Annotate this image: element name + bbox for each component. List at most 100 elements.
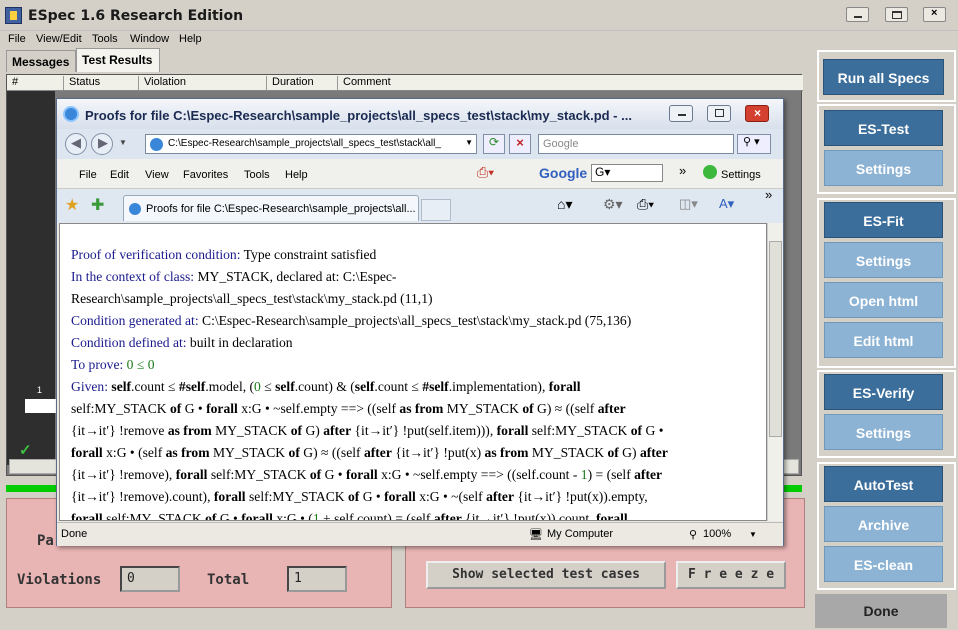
prove-key: To prove: [71, 357, 124, 372]
menu-window[interactable]: Window [130, 33, 169, 45]
es-verify-button[interactable]: ES-Verify [824, 374, 943, 410]
archive-button[interactable]: Archive [824, 506, 943, 542]
minimize-button[interactable] [846, 7, 869, 22]
given-key: Given: [71, 379, 108, 394]
tab-more-chevron-icon[interactable]: » [765, 187, 772, 202]
zoom-icon: ⚲ [689, 529, 698, 541]
passed-label: Pa [37, 533, 54, 549]
browser-menu-view[interactable]: View [145, 169, 169, 181]
browser-menu-file[interactable]: File [79, 169, 97, 181]
prove-value: 0 ≤ 0 [123, 357, 155, 372]
history-dropdown-icon[interactable]: ▼ [119, 138, 127, 147]
show-selected-button[interactable]: Show selected test cases [426, 561, 666, 589]
browser-title: Proofs for file C:\Espec-Research\sample… [85, 108, 632, 123]
browser-maximize-button[interactable] [707, 105, 731, 122]
edit-html-button[interactable]: Edit html [824, 322, 943, 358]
col-number[interactable]: # [7, 76, 18, 90]
autotest-button[interactable]: AutoTest [824, 466, 943, 502]
app-titlebar: ESpec 1.6 Research Edition × [0, 0, 958, 31]
address-bar[interactable]: C:\Espec-Research\sample_projects\all_sp… [145, 134, 477, 154]
toolbar-settings[interactable]: Settings [721, 169, 761, 181]
run-all-specs-button[interactable]: Run all Specs [823, 59, 944, 95]
freeze-button[interactable]: F r e e z e [676, 561, 786, 589]
address-dropdown-icon[interactable]: ▼ [465, 138, 473, 147]
table-header: # Status Violation Duration Comment [7, 75, 803, 91]
col-status[interactable]: Status [63, 76, 100, 90]
browser-menu-edit[interactable]: Edit [110, 169, 129, 181]
menu-tools[interactable]: Tools [92, 33, 118, 45]
es-test-settings-button[interactable]: Settings [824, 150, 943, 186]
rss-icon[interactable]: ◫▾ [679, 196, 698, 212]
proof-document: Proof of verification condition: Type co… [71, 244, 761, 520]
refresh-button[interactable]: ⟳ [483, 134, 505, 154]
more-chevron-icon[interactable]: » [679, 163, 686, 178]
new-tab-button[interactable] [421, 199, 451, 221]
es-clean-button[interactable]: ES-clean [824, 546, 943, 582]
open-html-button[interactable]: Open html [824, 282, 943, 318]
proof-condition-value: Type constraint satisfied [240, 247, 377, 262]
feeds-icon[interactable]: ⚙▾ [603, 196, 623, 213]
content-scrollbar[interactable] [767, 223, 783, 521]
browser-close-button[interactable]: × [745, 105, 769, 122]
favorites-star-icon[interactable]: ★ [65, 195, 79, 215]
col-violation[interactable]: Violation [138, 76, 186, 90]
stop-icon: × [516, 135, 524, 150]
browser-menu-favorites[interactable]: Favorites [183, 169, 228, 181]
back-button[interactable]: ◀ [65, 133, 87, 155]
status-text: Done [61, 528, 88, 540]
es-test-group: ES-Test Settings [817, 104, 956, 194]
browser-tab-active[interactable]: Proofs for file C:\Espec-Research\sample… [123, 195, 419, 221]
search-button[interactable]: ⚲ ▾ [737, 134, 771, 154]
add-favorite-icon[interactable]: ✚ [91, 195, 104, 215]
zoom-dropdown-icon[interactable]: ▼ [749, 530, 757, 539]
menu-file[interactable]: File [8, 33, 26, 45]
violations-field: 0 [120, 566, 180, 592]
es-fit-button[interactable]: ES-Fit [824, 202, 943, 238]
context-path-line: Research\sample_projects\all_specs_test\… [71, 291, 433, 306]
page-icon [150, 138, 163, 151]
zoom-level[interactable]: 100% [703, 528, 731, 540]
maximize-button[interactable] [885, 7, 908, 22]
autotest-group: AutoTest Archive ES-clean [817, 462, 956, 590]
ie-logo-icon [63, 106, 79, 122]
app-menubar: File View/Edit Tools Window Help [0, 31, 815, 48]
refresh-icon: ⟳ [488, 135, 500, 149]
address-row: ◀ ▶ ▼ C:\Espec-Research\sample_projects\… [57, 129, 783, 159]
home-icon[interactable]: ⌂▾ [557, 196, 572, 213]
tab-messages[interactable]: Messages [6, 50, 76, 72]
run-group: Run all Specs [817, 50, 956, 102]
espec-logo-icon [5, 7, 22, 24]
maximize-icon [715, 109, 724, 117]
page-menu-icon[interactable]: A▾ [719, 196, 734, 212]
generated-value: C:\Espec-Research\sample_projects\all_sp… [198, 313, 632, 328]
close-icon: × [931, 7, 938, 19]
violations-label: Violations [17, 572, 102, 588]
defined-line: Condition defined at: built in declarati… [71, 332, 761, 354]
browser-menu-tools[interactable]: Tools [244, 169, 270, 181]
close-button[interactable]: × [923, 7, 946, 22]
row-index: 1 [37, 385, 43, 395]
context-key: In the context of class: [71, 269, 195, 284]
browser-menu-help[interactable]: Help [285, 169, 308, 181]
search-input[interactable]: Google [538, 134, 734, 154]
menu-help[interactable]: Help [179, 33, 202, 45]
print-icon[interactable]: ⎙▾ [637, 196, 654, 213]
print-preview-icon[interactable]: ⎙▾ [477, 164, 494, 181]
col-comment[interactable]: Comment [337, 76, 391, 90]
google-toolbar-dropdown[interactable]: G▾ [591, 164, 663, 182]
defined-value: built in declaration [186, 335, 293, 350]
es-fit-settings-button[interactable]: Settings [824, 242, 943, 278]
es-test-button[interactable]: ES-Test [824, 110, 943, 146]
browser-tab-label: Proofs for file C:\Espec-Research\sample… [146, 203, 416, 215]
forward-button[interactable]: ▶ [91, 133, 113, 155]
es-verify-settings-button[interactable]: Settings [824, 414, 943, 450]
browser-menubar: File Edit View Favorites Tools Help ⎙▾ G… [57, 159, 783, 189]
col-duration[interactable]: Duration [266, 76, 314, 90]
menu-view-edit[interactable]: View/Edit [36, 33, 82, 45]
scrollbar-thumb[interactable] [769, 241, 782, 437]
browser-minimize-button[interactable] [669, 105, 693, 122]
tab-test-results[interactable]: Test Results [76, 48, 160, 72]
stop-button[interactable]: × [509, 134, 531, 154]
done-button[interactable]: Done [815, 594, 947, 628]
total-label: Total [207, 572, 250, 588]
